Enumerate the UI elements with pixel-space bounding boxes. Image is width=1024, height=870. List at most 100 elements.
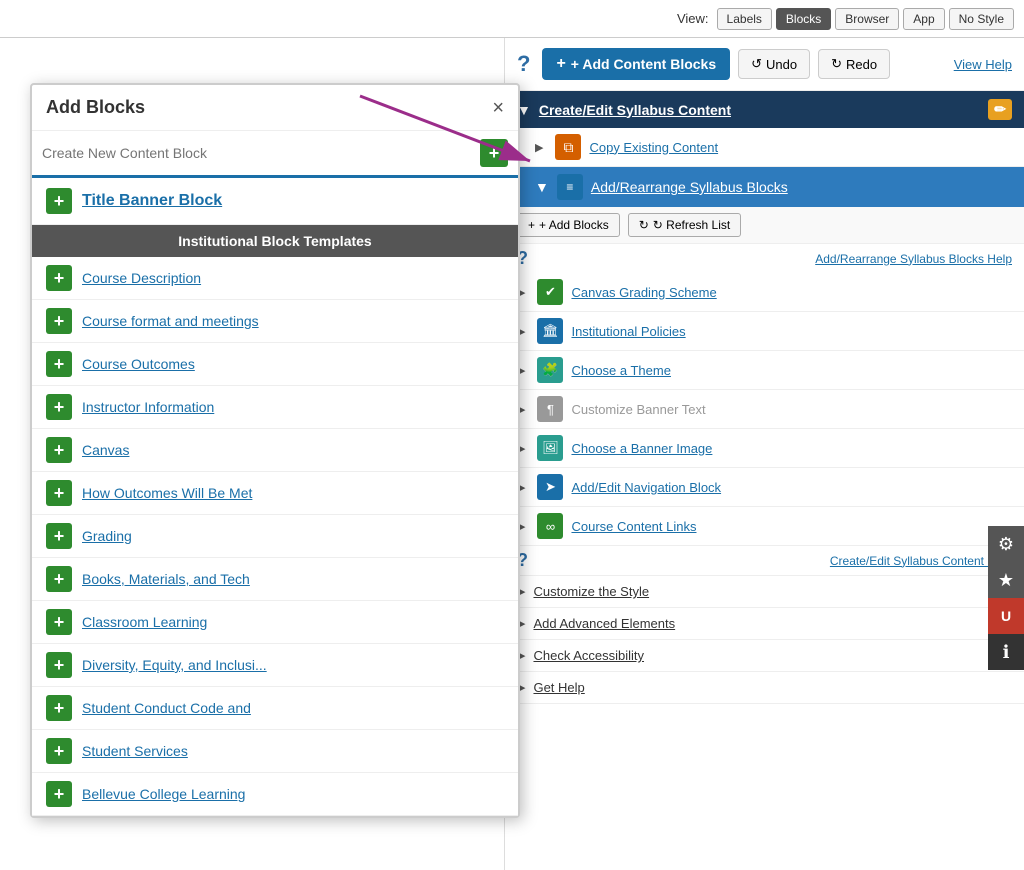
copy-existing-item[interactable]: ▶ ⧉ Copy Existing Content <box>505 128 1024 167</box>
block-item-student-services[interactable]: + Student Services <box>32 730 518 773</box>
plus-icon[interactable]: + <box>46 695 72 721</box>
block-item-classroom-learning[interactable]: + Classroom Learning <box>32 601 518 644</box>
check-accessibility-item[interactable]: ▶ Check Accessibility <box>505 640 1024 672</box>
block-items-list: + Course Description + Course format and… <box>32 257 518 816</box>
block-label: Bellevue College Learning <box>82 786 245 802</box>
view-label: View: <box>677 11 709 26</box>
syllabus-item-customize-banner[interactable]: ▶ ¶ Customize Banner Text <box>505 390 1024 429</box>
settings-icon-btn[interactable]: ⚙ <box>988 526 1024 562</box>
plus-icon[interactable]: + <box>46 394 72 420</box>
block-item-conduct-code[interactable]: + Student Conduct Code and <box>32 687 518 730</box>
plus-icon[interactable]: + <box>46 351 72 377</box>
plus-icon[interactable]: + <box>46 523 72 549</box>
plus-icon[interactable]: + <box>46 265 72 291</box>
advanced-elements-label: Add Advanced Elements <box>533 616 675 631</box>
bottom-section: ▶ Customize the Style ▶ Add Advanced Ele… <box>505 575 1024 704</box>
get-help-item[interactable]: ▶ Get Help <box>505 672 1024 704</box>
create-edit-label[interactable]: Create/Edit Syllabus Content <box>539 102 731 118</box>
block-item-grading[interactable]: + Grading <box>32 515 518 558</box>
search-add-button[interactable]: + <box>480 139 508 167</box>
paragraph-icon: ¶ <box>537 396 563 422</box>
block-item-course-outcomes[interactable]: + Course Outcomes <box>32 343 518 386</box>
refresh-label: ↻ Refresh List <box>653 218 730 232</box>
syllabus-items-list: ▶ ✔ Canvas Grading Scheme ▶ 🏛 Institutio… <box>505 273 1024 546</box>
view-btn-nostyle[interactable]: No Style <box>949 8 1014 30</box>
add-content-label: + Add Content Blocks <box>571 56 716 72</box>
nav-block-label: Add/Edit Navigation Block <box>571 480 721 495</box>
block-item-course-description[interactable]: + Course Description <box>32 257 518 300</box>
view-btn-blocks[interactable]: Blocks <box>776 8 831 30</box>
institutional-template-header: Institutional Block Templates <box>32 225 518 257</box>
institutional-icon: 🏛 <box>537 318 563 344</box>
plus-icon[interactable]: + <box>46 480 72 506</box>
block-label: Student Services <box>82 743 188 759</box>
dialog-close-button[interactable]: × <box>492 98 504 118</box>
view-btn-browser[interactable]: Browser <box>835 8 899 30</box>
create-block-search-input[interactable] <box>42 145 474 161</box>
customize-style-item[interactable]: ▶ Customize the Style <box>505 576 1024 608</box>
right-panel: ? + + Add Content Blocks ↺ Undo ↻ Redo V… <box>504 38 1024 870</box>
syllabus-item-choose-theme[interactable]: ▶ 🧩 Choose a Theme <box>505 351 1024 390</box>
canvas-grading-label: Canvas Grading Scheme <box>571 285 716 300</box>
block-label: Course Outcomes <box>82 356 195 372</box>
block-item-instructor-info[interactable]: + Instructor Information <box>32 386 518 429</box>
add-blocks-dialog: Add Blocks × + + Title Banner Block Inst… <box>30 83 520 818</box>
plus-icon[interactable]: + <box>46 652 72 678</box>
title-banner-row[interactable]: + Title Banner Block <box>32 178 518 225</box>
edit-icon[interactable]: ✏ <box>988 99 1012 120</box>
syllabus-item-content-links[interactable]: ▶ ∞ Course Content Links <box>505 507 1024 546</box>
block-item-diversity[interactable]: + Diversity, Equity, and Inclusi... <box>32 644 518 687</box>
add-content-blocks-button[interactable]: + + Add Content Blocks <box>542 48 730 80</box>
star-icon-btn[interactable]: ★ <box>988 562 1024 598</box>
plus-icon[interactable]: + <box>46 609 72 635</box>
title-banner-label[interactable]: Title Banner Block <box>82 192 222 210</box>
create-edit-header: ▼ Create/Edit Syllabus Content ✏ <box>505 91 1024 128</box>
title-banner-plus-icon[interactable]: + <box>46 188 72 214</box>
add-blocks-button[interactable]: + + Add Blocks <box>517 213 620 237</box>
syllabus-item-banner-image[interactable]: ▶ 🖼 Choose a Banner Image <box>505 429 1024 468</box>
block-item-course-format[interactable]: + Course format and meetings <box>32 300 518 343</box>
info-icon-btn[interactable]: ℹ <box>988 634 1024 670</box>
plus-icon[interactable]: + <box>46 437 72 463</box>
dialog-title: Add Blocks <box>46 97 145 118</box>
undo-button[interactable]: ↺ Undo <box>738 49 810 79</box>
main-area: ? + + Add Content Blocks ↺ Undo ↻ Redo V… <box>0 38 1024 870</box>
content-help-link[interactable]: Create/Edit Syllabus Content Help <box>830 554 1012 568</box>
plus-icon[interactable]: + <box>46 566 72 592</box>
rearrange-header: ▼ ≡ Add/Rearrange Syllabus Blocks <box>505 167 1024 207</box>
navigation-icon: ➤ <box>537 474 563 500</box>
block-label: Books, Materials, and Tech <box>82 571 250 587</box>
plus-icon[interactable]: + <box>46 781 72 807</box>
copy-existing-label[interactable]: Copy Existing Content <box>589 140 718 155</box>
block-label: Grading <box>82 528 132 544</box>
content-help-bar: ? Create/Edit Syllabus Content Help <box>505 546 1024 575</box>
block-item-bellevue-college[interactable]: + Bellevue College Learning <box>32 773 518 816</box>
help-question-mark[interactable]: ? <box>517 51 530 77</box>
redo-button[interactable]: ↻ Redo <box>818 49 890 79</box>
refresh-list-button[interactable]: ↻ ↻ Refresh List <box>628 213 741 237</box>
view-btn-labels[interactable]: Labels <box>717 8 772 30</box>
block-item-canvas[interactable]: + Canvas <box>32 429 518 472</box>
syllabus-item-canvas-grading[interactable]: ▶ ✔ Canvas Grading Scheme <box>505 273 1024 312</box>
block-item-books-materials[interactable]: + Books, Materials, and Tech <box>32 558 518 601</box>
customize-banner-label: Customize Banner Text <box>571 402 705 417</box>
view-help-link[interactable]: View Help <box>954 57 1012 72</box>
block-label: Course Description <box>82 270 201 286</box>
plus-icon[interactable]: + <box>46 308 72 334</box>
user-icon-btn[interactable]: U <box>988 598 1024 634</box>
refresh-icon: ↻ <box>639 218 649 232</box>
plus-icon[interactable]: + <box>46 738 72 764</box>
rearrange-label[interactable]: Add/Rearrange Syllabus Blocks <box>591 179 788 195</box>
advanced-elements-item[interactable]: ▶ Add Advanced Elements <box>505 608 1024 640</box>
syllabus-item-institutional-policies[interactable]: ▶ 🏛 Institutional Policies <box>505 312 1024 351</box>
block-item-outcomes-met[interactable]: + How Outcomes Will Be Met <box>32 472 518 515</box>
side-icons: ⚙ ★ U ℹ <box>988 526 1024 670</box>
block-label: Canvas <box>82 442 129 458</box>
redo-label: Redo <box>846 57 877 72</box>
syllabus-item-nav-block[interactable]: ▶ ➤ Add/Edit Navigation Block <box>505 468 1024 507</box>
view-btn-app[interactable]: App <box>903 8 944 30</box>
rearrange-help-link[interactable]: Add/Rearrange Syllabus Blocks Help <box>815 252 1012 266</box>
links-icon: ∞ <box>537 513 563 539</box>
rearrange-arrow[interactable]: ▼ <box>535 179 549 195</box>
block-label: Student Conduct Code and <box>82 700 251 716</box>
